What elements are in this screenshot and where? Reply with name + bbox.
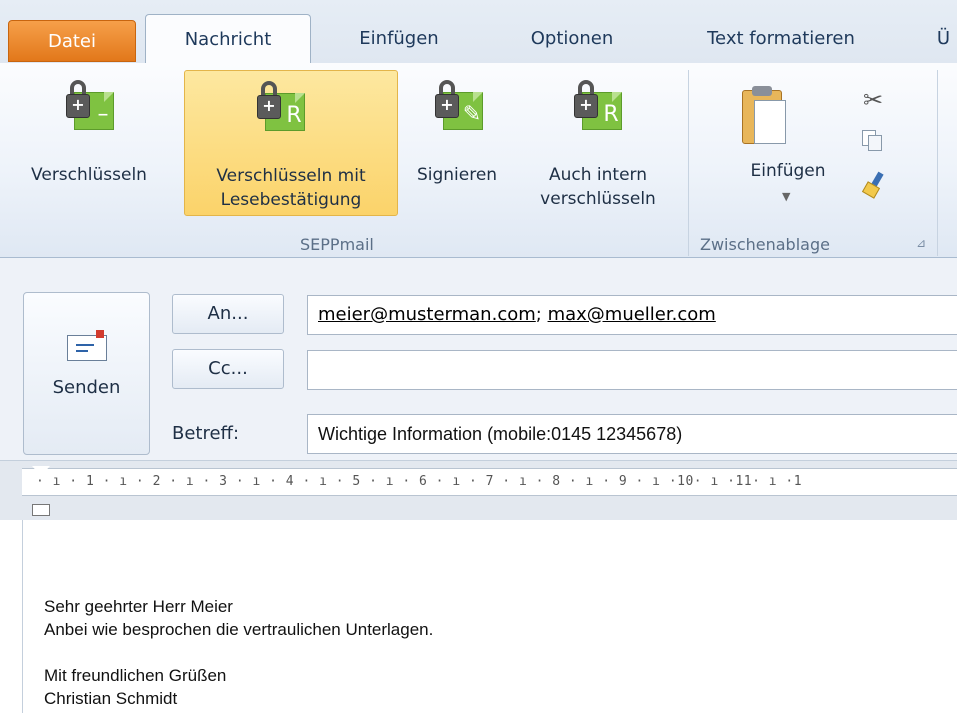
sign-button-label: Signieren <box>416 165 498 185</box>
encrypt-with-read-receipt-label-2: Lesebestätigung <box>220 190 362 210</box>
tab-text-formatieren[interactable]: Text formatieren <box>676 14 886 64</box>
indent-marker-icon[interactable] <box>32 466 50 516</box>
clipboard-dialog-launcher-icon[interactable]: ⊿ <box>916 236 926 250</box>
encrypt-button[interactable]: + – Verschlüsseln <box>0 70 178 210</box>
sign-button[interactable]: + ✎ Signieren <box>401 70 513 210</box>
encrypt-button-label: Verschlüsseln <box>31 165 147 185</box>
group-label-clipboard: Zwischenablage <box>700 235 830 254</box>
encrypt-internal-label-1: Auch intern <box>548 165 647 185</box>
tab-nachricht[interactable]: Nachricht <box>145 14 311 65</box>
lock-document-icon: + – <box>66 76 114 132</box>
paste-button-label: Einfügen <box>750 161 826 181</box>
tab-optionen[interactable]: Optionen <box>497 14 647 64</box>
paste-dropdown-icon[interactable]: ▼ <box>782 190 790 203</box>
encrypt-internal-label-2: verschlüsseln <box>540 189 656 209</box>
cc-button[interactable]: Cc... <box>172 349 284 389</box>
ribbon-group-separator-2 <box>937 70 938 256</box>
recipient-separator: ; <box>535 304 548 325</box>
ribbon-tab-strip: Datei Nachricht Einfügen Optionen Text f… <box>0 0 957 65</box>
body-line: Anbei wie besprochen die vertraulichen U… <box>44 620 434 639</box>
group-label-seppmail: SEPPmail <box>300 235 374 254</box>
send-envelope-icon <box>67 330 107 361</box>
lock-document-sign-icon: + ✎ <box>435 76 483 132</box>
body-line: Sehr geehrter Herr Meier <box>44 597 233 616</box>
to-button[interactable]: An... <box>172 294 284 334</box>
send-button[interactable]: Senden <box>23 292 150 455</box>
cut-icon[interactable]: ✂ <box>863 86 883 114</box>
tab-ueberpruefen[interactable]: Ü <box>930 14 957 64</box>
recipient[interactable]: meier@musterman.com <box>318 304 536 325</box>
encrypt-with-read-receipt-label-1: Verschlüsseln mit <box>216 166 366 186</box>
lock-document-receipt-icon: + R <box>257 77 305 133</box>
send-button-label: Senden <box>52 377 121 398</box>
encrypt-internal-button[interactable]: + R Auch intern verschlüsseln <box>516 70 680 220</box>
paste-clipboard-icon[interactable] <box>742 86 788 146</box>
cc-field[interactable] <box>307 350 957 390</box>
format-painter-icon[interactable] <box>861 171 888 199</box>
encrypt-with-read-receipt-button[interactable]: + R Verschlüsseln mit Lesebestätigung <box>184 70 398 216</box>
body-line: Christian Schmidt <box>44 689 178 708</box>
tab-einfuegen[interactable]: Einfügen <box>324 14 474 64</box>
paste-button[interactable]: Einfügen <box>728 160 848 184</box>
tab-datei[interactable]: Datei <box>8 20 136 62</box>
recipient[interactable]: max@mueller.com <box>548 304 716 325</box>
subject-field[interactable]: Wichtige Information (mobile:0145 123456… <box>307 414 957 454</box>
ribbon-group-separator <box>688 70 689 256</box>
lock-document-internal-icon: + R <box>574 76 622 132</box>
body-line: Mit freundlichen Grüßen <box>44 666 227 685</box>
horizontal-ruler[interactable]: · ı · 1 · ı · 2 · ı · 3 · ı · 4 · ı · 5 … <box>22 468 957 496</box>
subject-label: Betreff: <box>172 423 240 444</box>
to-field[interactable]: meier@musterman.com; max@mueller.com <box>307 295 957 335</box>
copy-icon[interactable] <box>862 130 884 152</box>
